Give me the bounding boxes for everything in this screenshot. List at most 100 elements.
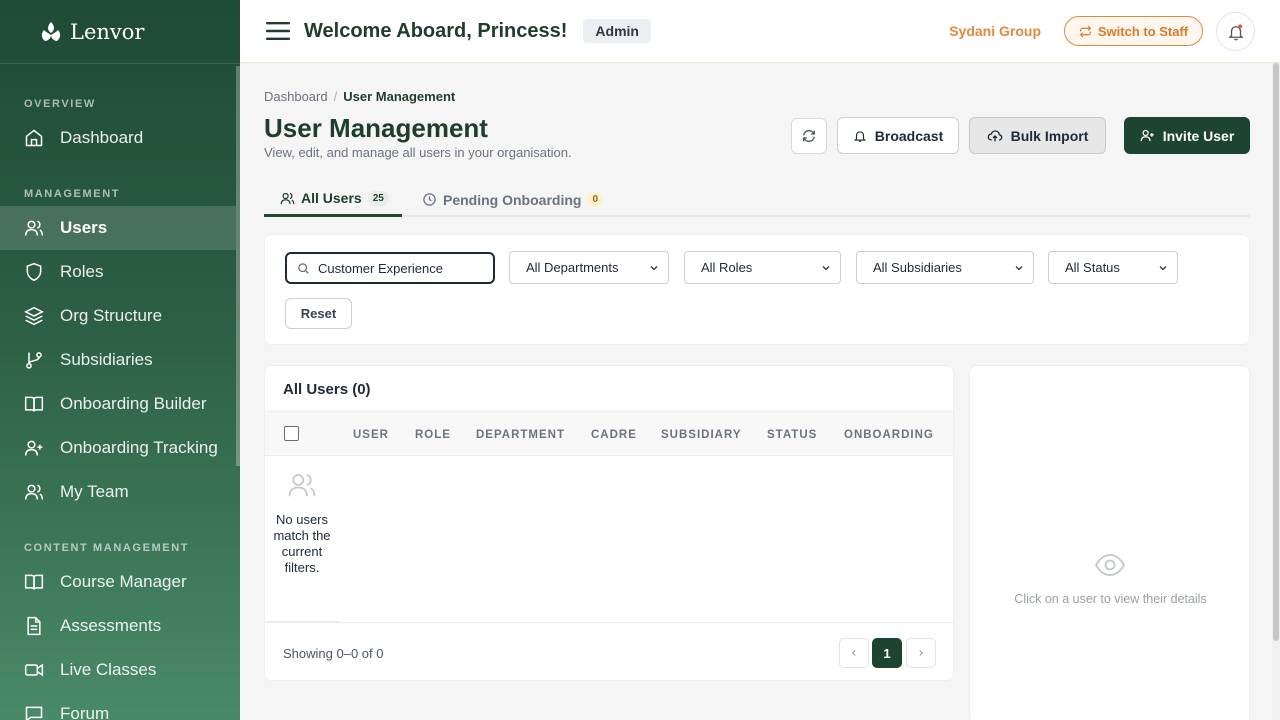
page-scrollbar-thumb[interactable] <box>1273 63 1279 641</box>
sidebar-item-forum[interactable]: Forum <box>0 692 236 720</box>
search-icon <box>297 262 310 275</box>
invite-user-button[interactable]: Invite User <box>1124 117 1250 154</box>
sidebar-item-onboarding-builder[interactable]: Onboarding Builder <box>0 382 236 426</box>
chevron-right-icon <box>916 648 926 658</box>
bulk-import-label: Bulk Import <box>1010 127 1089 144</box>
logo[interactable]: Lenvor <box>0 0 240 64</box>
upload-cloud-icon <box>987 128 1003 144</box>
sidebar-item-users[interactable]: Users <box>0 206 236 250</box>
sidebar-item-label: Live Classes <box>60 660 157 679</box>
user-detail-panel: Click on a user to view their details <box>969 365 1250 720</box>
column-header-role[interactable]: ROLE <box>415 429 451 441</box>
section-management: MANAGEMENT <box>24 188 121 200</box>
section-content-management: CONTENT MANAGEMENT <box>24 542 190 554</box>
empty-state: No users match the current filters. <box>265 456 339 622</box>
menu-icon[interactable] <box>266 21 290 41</box>
subsidiary-select-value: All Subsidiaries <box>873 260 962 275</box>
sidebar-item-onboarding-tracking[interactable]: Onboarding Tracking <box>0 426 236 470</box>
sidebar-item-label: Users <box>60 218 108 237</box>
sidebar-item-label: Course Manager <box>60 572 187 591</box>
filter-panel: All Departments All Roles All Subsidiari… <box>264 234 1250 345</box>
page-button-1[interactable]: 1 <box>872 638 902 668</box>
lenvor-logo-icon <box>38 20 64 44</box>
section-overview: OVERVIEW <box>24 98 96 110</box>
sidebar-item-live-classes[interactable]: Live Classes <box>0 648 236 692</box>
role-select[interactable]: All Roles <box>684 251 841 284</box>
tab-label: All Users <box>301 190 362 206</box>
sidebar-item-dashboard[interactable]: Dashboard <box>0 116 236 160</box>
sidebar-item-label: My Team <box>60 482 129 501</box>
sidebar-item-course-manager[interactable]: Course Manager <box>0 560 236 604</box>
bell-icon <box>853 129 867 143</box>
users-table-card: All Users (0) USER ROLE DEPARTMENT CADRE… <box>264 365 954 681</box>
table-title: All Users (0) <box>283 381 371 398</box>
repeat-icon <box>1079 25 1092 38</box>
column-header-subsidiary[interactable]: SUBSIDIARY <box>661 429 742 441</box>
next-page-button[interactable] <box>906 638 936 668</box>
sidebar-item-label: Forum <box>60 704 110 720</box>
reset-button[interactable]: Reset <box>285 298 352 329</box>
empty-state-message: No users match the current filters. <box>273 512 331 575</box>
prev-page-button[interactable] <box>839 638 869 668</box>
refresh-button[interactable] <box>791 118 827 154</box>
app-name: Lenvor <box>70 19 145 44</box>
sidebar-item-org-structure[interactable]: Org Structure <box>0 294 236 338</box>
file-text-icon <box>24 616 44 636</box>
page-title: User Management <box>264 113 488 143</box>
column-header-department[interactable]: DEPARTMENT <box>476 429 565 441</box>
status-select-value: All Status <box>1065 260 1120 275</box>
column-header-cadre[interactable]: CADRE <box>591 429 637 441</box>
tab-all-users[interactable]: All Users 25 <box>264 182 402 217</box>
breadcrumb-dashboard[interactable]: Dashboard <box>264 89 328 104</box>
broadcast-label: Broadcast <box>874 127 944 144</box>
tab-bar: All Users 25 Pending Onboarding 0 <box>264 182 1250 217</box>
switch-to-staff-button[interactable]: Switch to Staff <box>1064 16 1203 46</box>
book-open-icon <box>24 572 44 592</box>
book-open-icon <box>24 394 44 414</box>
column-header-onboarding[interactable]: ONBOARDING <box>844 429 934 441</box>
subsidiary-select[interactable]: All Subsidiaries <box>856 251 1034 284</box>
chevron-down-icon <box>1157 262 1169 274</box>
invite-user-label: Invite User <box>1162 127 1235 144</box>
bulk-import-button[interactable]: Bulk Import <box>969 117 1106 154</box>
sidebar-item-label: Assessments <box>60 616 162 635</box>
clock-icon <box>422 192 437 207</box>
column-header-status[interactable]: STATUS <box>767 429 817 441</box>
department-select[interactable]: All Departments <box>509 251 669 284</box>
user-plus-icon <box>24 438 44 458</box>
chevron-down-icon <box>1013 262 1025 274</box>
status-select[interactable]: All Status <box>1048 251 1178 284</box>
column-header-user[interactable]: USER <box>353 429 389 441</box>
home-icon <box>24 128 44 148</box>
notifications-button[interactable] <box>1216 12 1255 51</box>
detail-placeholder: Click on a user to view their details <box>1014 592 1207 606</box>
sidebar-item-my-team[interactable]: My Team <box>0 470 236 514</box>
sidebar-scrollbar[interactable] <box>236 66 240 466</box>
sidebar-item-subsidiaries[interactable]: Subsidiaries <box>0 338 236 382</box>
eye-icon <box>1094 553 1126 577</box>
layers-icon <box>24 306 44 326</box>
video-icon <box>24 660 44 680</box>
sidebar-item-label: Subsidiaries <box>60 350 153 369</box>
breadcrumb-current: User Management <box>343 89 456 104</box>
select-all-checkbox[interactable] <box>284 426 299 441</box>
sidebar-item-assessments[interactable]: Assessments <box>0 604 236 648</box>
users-icon <box>280 191 295 206</box>
tab-pending-onboarding[interactable]: Pending Onboarding 0 <box>422 182 603 217</box>
switch-to-staff-label: Switch to Staff <box>1097 23 1189 39</box>
search-field[interactable] <box>285 252 495 284</box>
user-plus-icon <box>1140 128 1155 143</box>
sidebar-item-roles[interactable]: Roles <box>0 250 236 294</box>
org-name[interactable]: Sydani Group <box>949 23 1041 39</box>
tab-label: Pending Onboarding <box>443 191 582 208</box>
top-bar: Welcome Aboard, Princess! Admin Sydani G… <box>240 0 1280 63</box>
search-input[interactable] <box>318 260 488 276</box>
chevron-down-icon <box>820 262 832 274</box>
page-subtitle: View, edit, and manage all users in your… <box>264 145 572 160</box>
users-icon <box>287 470 317 500</box>
pagination-summary: Showing 0–0 of 0 <box>283 646 384 661</box>
broadcast-button[interactable]: Broadcast <box>837 117 959 154</box>
sidebar-item-label: Onboarding Tracking <box>60 438 218 457</box>
refresh-icon <box>801 128 817 144</box>
shield-icon <box>24 262 44 282</box>
